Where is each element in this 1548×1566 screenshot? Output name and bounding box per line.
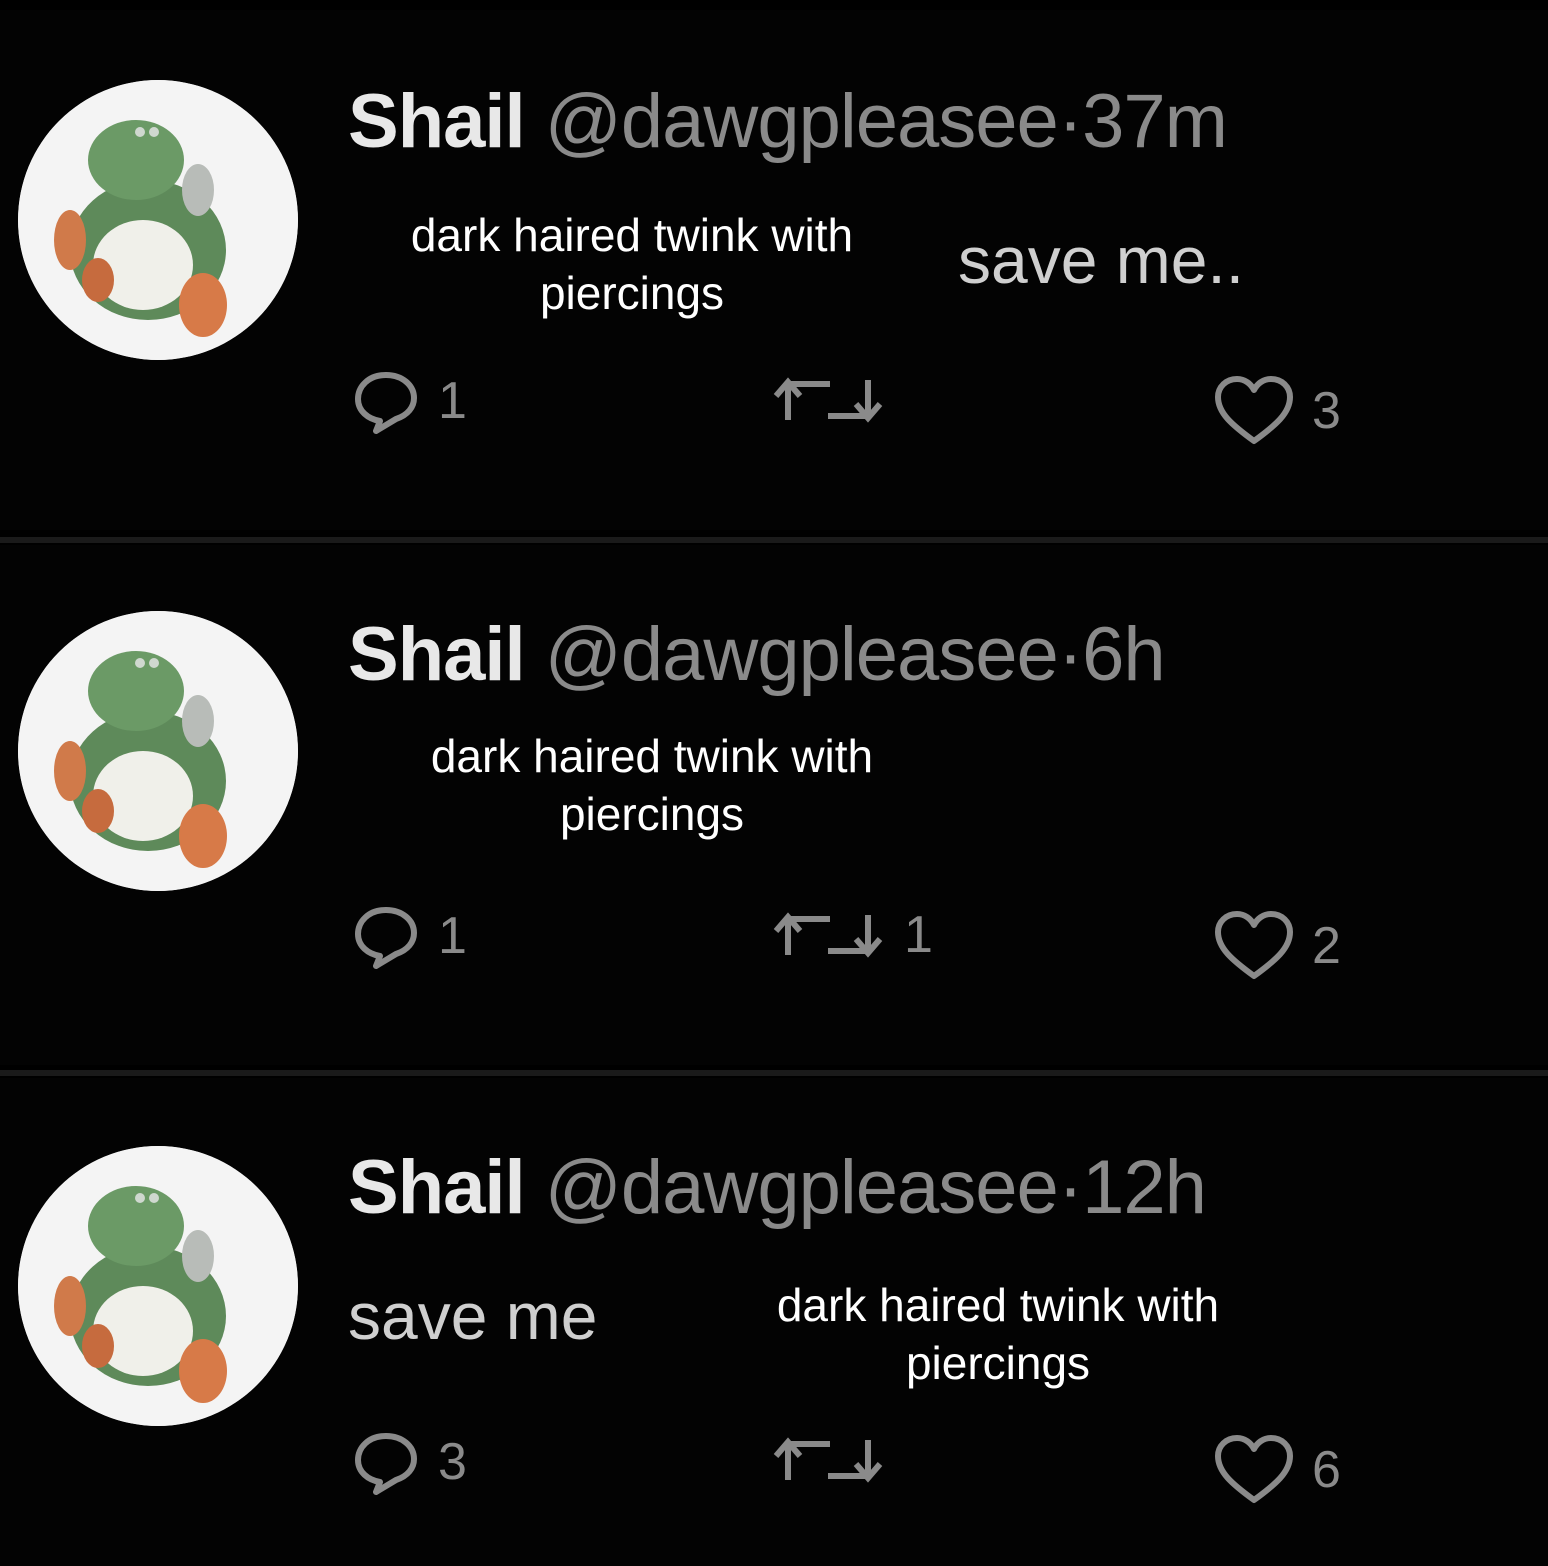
green-dinosaur-avatar-icon xyxy=(18,1146,298,1426)
green-dinosaur-avatar-icon xyxy=(18,611,298,891)
avatar[interactable] xyxy=(18,80,298,360)
heart-icon xyxy=(1215,376,1293,444)
retweet-icon xyxy=(773,1437,883,1483)
tweet-divider xyxy=(0,537,1548,543)
caption-text: dark haired twink with piercings xyxy=(410,209,854,319)
display-name[interactable]: Shail xyxy=(348,1145,526,1230)
reply-icon xyxy=(355,907,417,969)
heart-icon xyxy=(1215,1435,1293,1503)
reply-icon xyxy=(355,372,417,434)
tweet-body: save me xyxy=(348,1279,598,1353)
like-button[interactable]: 3 xyxy=(1212,375,1341,447)
retweet-icon xyxy=(773,377,883,423)
retweet-count: 1 xyxy=(904,906,933,964)
tweet-card[interactable]: Shail @dawgpleasee·12h save me dark hair… xyxy=(0,1078,1548,1566)
separator-dot: · xyxy=(1057,79,1083,164)
like-count: 3 xyxy=(1312,382,1341,440)
display-name[interactable]: Shail xyxy=(348,612,526,697)
user-handle[interactable]: @dawgpleasee xyxy=(545,1145,1059,1230)
retweet-icon xyxy=(773,912,883,958)
separator-dot: · xyxy=(1057,1145,1083,1230)
green-dinosaur-avatar-icon xyxy=(18,80,298,360)
timestamp[interactable]: 12h xyxy=(1082,1145,1207,1230)
reply-button[interactable]: 1 xyxy=(350,900,467,972)
separator-dot: · xyxy=(1057,612,1083,697)
tweet-divider xyxy=(0,1070,1548,1076)
reply-button[interactable]: 3 xyxy=(350,1426,467,1498)
like-button[interactable]: 2 xyxy=(1212,910,1341,982)
reply-button[interactable]: 1 xyxy=(350,365,467,437)
reply-count: 1 xyxy=(438,372,467,430)
tweet-card[interactable]: Shail @dawgpleasee·6h dark haired twink … xyxy=(0,545,1548,1065)
tweet-body: save me.. xyxy=(958,223,1245,297)
tweet-header: Shail @dawgpleasee·6h xyxy=(348,611,1166,699)
timestamp[interactable]: 6h xyxy=(1082,612,1166,697)
retweet-button[interactable] xyxy=(768,370,904,430)
user-handle[interactable]: @dawgpleasee xyxy=(545,612,1059,697)
tweet-card[interactable]: Shail @dawgpleasee·37m dark haired twink… xyxy=(0,10,1548,530)
reply-count: 1 xyxy=(438,907,467,965)
caption-text: dark haired twink with piercings xyxy=(430,730,874,840)
retweet-button[interactable]: 1 xyxy=(768,905,933,965)
tweet-header: Shail @dawgpleasee·37m xyxy=(348,78,1228,166)
caption-text: dark haired twink with piercings xyxy=(776,1279,1220,1389)
tweet-header: Shail @dawgpleasee·12h xyxy=(348,1144,1207,1232)
reply-count: 3 xyxy=(438,1433,467,1491)
reply-icon xyxy=(355,1433,417,1495)
avatar[interactable] xyxy=(18,611,298,891)
retweet-button[interactable] xyxy=(768,1430,904,1490)
like-count: 6 xyxy=(1312,1441,1341,1499)
avatar[interactable] xyxy=(18,1146,298,1426)
heart-icon xyxy=(1215,911,1293,979)
like-count: 2 xyxy=(1312,917,1341,975)
timestamp[interactable]: 37m xyxy=(1082,79,1228,164)
display-name[interactable]: Shail xyxy=(348,79,526,164)
like-button[interactable]: 6 xyxy=(1212,1434,1341,1506)
user-handle[interactable]: @dawgpleasee xyxy=(545,79,1059,164)
